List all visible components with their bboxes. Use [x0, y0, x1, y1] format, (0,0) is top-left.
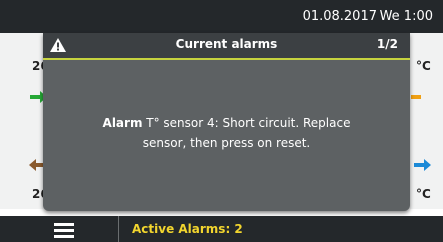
alarm-popup-header: Current alarms 1/2 — [43, 33, 410, 60]
alarm-popup: Current alarms 1/2 Alarm T° sensor 4: Sh… — [43, 33, 410, 211]
alarm-message-text: T° sensor 4: Short circuit. Replace sens… — [142, 116, 351, 150]
orange-arrow-icon — [411, 95, 421, 99]
green-arrow-icon — [30, 91, 47, 103]
menu-icon[interactable] — [54, 222, 74, 238]
top-right-value: °C — [416, 59, 431, 73]
bottom-right-value: °C — [416, 187, 431, 201]
date-label: 01.08.2017 — [302, 9, 377, 24]
active-alarms-label[interactable]: Active Alarms: 2 — [132, 222, 243, 236]
alarm-message-label: Alarm — [102, 116, 143, 130]
blue-arrow-icon — [414, 159, 431, 171]
page-indicator[interactable]: 1/2 — [377, 37, 398, 51]
bottom-bar: Active Alarms: 2 — [0, 216, 443, 242]
popup-title: Current alarms — [175, 37, 278, 51]
divider — [118, 216, 119, 242]
alarm-message: Alarm T° sensor 4: Short circuit. Replac… — [83, 113, 370, 153]
status-bar: 01.08.2017 We 1:00 — [0, 0, 443, 33]
day-time-label: We 1:00 — [379, 9, 433, 24]
